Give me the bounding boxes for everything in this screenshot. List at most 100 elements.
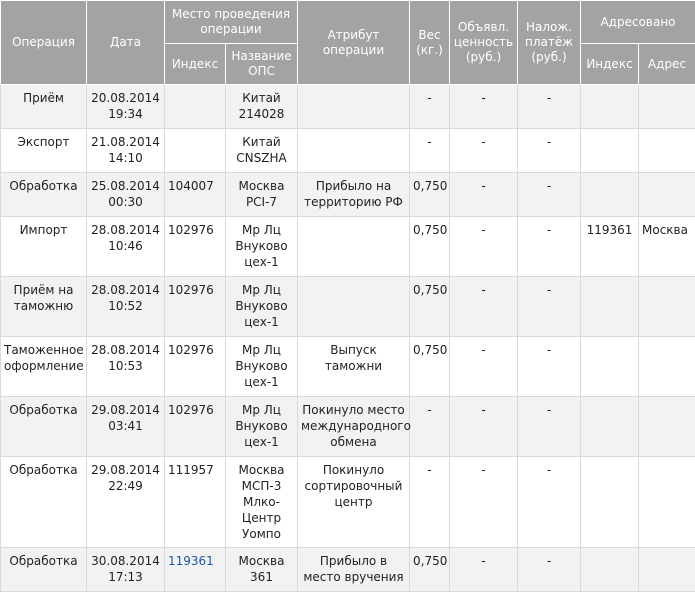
row-addr-address (639, 548, 695, 592)
row-place-name: Китай CNSZHA (226, 129, 298, 173)
row-addr-index (581, 277, 639, 337)
row-declared-value: - (450, 173, 518, 217)
header-addressed: Адресовано (581, 1, 695, 44)
row-addr-index (581, 337, 639, 397)
table-header: Операция Дата Место проведения операции … (1, 1, 695, 85)
tracking-table: Операция Дата Место проведения операции … (0, 0, 695, 592)
row-attribute (298, 129, 410, 173)
row-cod: - (518, 173, 581, 217)
row-attribute: Выпуск таможни (298, 337, 410, 397)
row-addr-address (639, 457, 695, 548)
row-addr-index (581, 548, 639, 592)
row-addr-address (639, 277, 695, 337)
row-attribute (298, 217, 410, 277)
row-date: 28.08.2014 10:52 (87, 277, 165, 337)
row-place-index (165, 85, 226, 129)
row-place-name: Мр Лц Внуково цех-1 (226, 397, 298, 457)
row-weight: 0,750 (410, 277, 450, 337)
row-declared-value: - (450, 548, 518, 592)
header-place: Место проведения операции (165, 1, 298, 44)
row-operation: Приём (1, 85, 87, 129)
row-addr-index: 119361 (581, 217, 639, 277)
row-cod: - (518, 548, 581, 592)
table-row: Приём20.08.2014 19:34Китай 214028--- (1, 85, 695, 129)
row-weight: - (410, 397, 450, 457)
header-declared-value: Объявл. ценность (руб.) (450, 1, 518, 85)
row-date: 30.08.2014 17:13 (87, 548, 165, 592)
row-operation: Приём на таможню (1, 277, 87, 337)
header-cod: Налож. платёж (руб.) (518, 1, 581, 85)
table-row: Обработка25.08.2014 00:30104007Москва PC… (1, 173, 695, 217)
row-cod: - (518, 277, 581, 337)
row-addr-index (581, 397, 639, 457)
row-attribute: Покинуло место международного обмена (298, 397, 410, 457)
header-attribute: Атрибут операции (298, 1, 410, 85)
row-operation: Таможенное оформление (1, 337, 87, 397)
table-row: Приём на таможню28.08.2014 10:52102976Мр… (1, 277, 695, 337)
row-cod: - (518, 85, 581, 129)
table-row: Экспорт21.08.2014 14:10Китай CNSZHA--- (1, 129, 695, 173)
row-addr-address (639, 397, 695, 457)
row-attribute: Прибыло в место вручения (298, 548, 410, 592)
row-date: 28.08.2014 10:46 (87, 217, 165, 277)
row-place-index: 104007 (165, 173, 226, 217)
header-addr-address: Адрес (639, 44, 695, 85)
row-declared-value: - (450, 85, 518, 129)
row-weight: 0,750 (410, 337, 450, 397)
row-addr-address (639, 85, 695, 129)
row-place-index: 102976 (165, 277, 226, 337)
row-attribute: Прибыло на территорию РФ (298, 173, 410, 217)
row-addr-index (581, 457, 639, 548)
header-addr-index: Индекс (581, 44, 639, 85)
table-body: Приём20.08.2014 19:34Китай 214028---Эксп… (1, 85, 695, 592)
row-declared-value: - (450, 337, 518, 397)
row-date: 20.08.2014 19:34 (87, 85, 165, 129)
row-addr-index (581, 85, 639, 129)
row-addr-index (581, 173, 639, 217)
row-place-index: 102976 (165, 217, 226, 277)
header-operation: Операция (1, 1, 87, 85)
row-operation: Импорт (1, 217, 87, 277)
row-place-name: Мр Лц Внуково цех-1 (226, 217, 298, 277)
row-operation: Обработка (1, 397, 87, 457)
row-declared-value: - (450, 277, 518, 337)
row-addr-address (639, 129, 695, 173)
row-attribute (298, 85, 410, 129)
row-weight: 0,750 (410, 548, 450, 592)
row-place-index: 102976 (165, 397, 226, 457)
row-attribute (298, 277, 410, 337)
row-declared-value: - (450, 457, 518, 548)
place-index-link[interactable]: 119361 (168, 554, 214, 568)
header-place-name: Название ОПС (226, 44, 298, 85)
row-weight: 0,750 (410, 217, 450, 277)
row-weight: - (410, 129, 450, 173)
table-row: Обработка30.08.2014 17:13119361Москва 36… (1, 548, 695, 592)
row-addr-address: Москва (639, 217, 695, 277)
row-date: 28.08.2014 10:53 (87, 337, 165, 397)
header-weight: Вес (кг.) (410, 1, 450, 85)
header-place-index: Индекс (165, 44, 226, 85)
row-cod: - (518, 397, 581, 457)
row-cod: - (518, 337, 581, 397)
row-place-name: Мр Лц Внуково цех-1 (226, 277, 298, 337)
row-operation: Обработка (1, 457, 87, 548)
table-row: Обработка29.08.2014 03:41102976Мр Лц Вну… (1, 397, 695, 457)
header-date: Дата (87, 1, 165, 85)
row-cod: - (518, 217, 581, 277)
row-declared-value: - (450, 217, 518, 277)
row-declared-value: - (450, 397, 518, 457)
row-operation: Экспорт (1, 129, 87, 173)
row-place-index: 119361 (165, 548, 226, 592)
row-weight: - (410, 85, 450, 129)
row-cod: - (518, 457, 581, 548)
row-place-index: 111957 (165, 457, 226, 548)
row-declared-value: - (450, 129, 518, 173)
table-row: Импорт28.08.2014 10:46102976Мр Лц Внуков… (1, 217, 695, 277)
row-date: 29.08.2014 03:41 (87, 397, 165, 457)
row-cod: - (518, 129, 581, 173)
row-place-index: 102976 (165, 337, 226, 397)
row-date: 29.08.2014 22:49 (87, 457, 165, 548)
row-operation: Обработка (1, 173, 87, 217)
table-row: Обработка29.08.2014 22:49111957Москва МС… (1, 457, 695, 548)
row-date: 25.08.2014 00:30 (87, 173, 165, 217)
